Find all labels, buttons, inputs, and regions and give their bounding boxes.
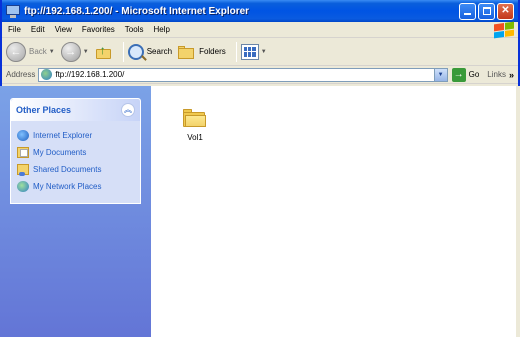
back-label: Back xyxy=(29,47,47,56)
other-places-panel: Other Places ︽ Internet Explorer My Docu… xyxy=(10,98,141,204)
my-documents-icon xyxy=(17,147,29,158)
menu-bar: File Edit View Favorites Tools Help xyxy=(2,21,518,39)
other-places-list: Internet Explorer My Documents Shared Do… xyxy=(11,121,140,203)
menu-favorites[interactable]: Favorites xyxy=(82,25,115,34)
up-button[interactable]: ↑ xyxy=(95,43,113,61)
back-dropdown-icon[interactable]: ▼ xyxy=(49,49,55,55)
place-my-documents[interactable]: My Documents xyxy=(17,144,134,161)
folder-icon xyxy=(183,108,207,128)
address-label: Address xyxy=(6,70,36,79)
address-bar: Address ftp://192.168.1.200/ ▼ → Go Link… xyxy=(2,66,518,84)
folders-button[interactable]: Folders xyxy=(178,45,226,59)
address-value: ftp://192.168.1.200/ xyxy=(55,70,125,79)
window-right-border xyxy=(516,86,520,337)
minimize-button[interactable] xyxy=(459,2,476,20)
address-dropdown-icon[interactable]: ▼ xyxy=(434,67,448,82)
forward-dropdown-icon[interactable]: ▼ xyxy=(83,49,89,55)
links-button[interactable]: Links » xyxy=(487,70,514,80)
place-network-places[interactable]: My Network Places xyxy=(17,178,134,195)
links-label: Links xyxy=(487,70,506,79)
place-label: Shared Documents xyxy=(33,165,102,174)
menu-tools[interactable]: Tools xyxy=(125,25,144,34)
search-button[interactable]: Search xyxy=(127,43,173,60)
forward-button[interactable]: → ▼ xyxy=(60,41,89,62)
other-places-header[interactable]: Other Places ︽ xyxy=(11,99,140,121)
place-shared-documents[interactable]: Shared Documents xyxy=(17,161,134,178)
place-label: My Network Places xyxy=(33,182,102,191)
go-button[interactable]: → Go xyxy=(451,67,480,82)
folders-label: Folders xyxy=(199,47,226,56)
menu-view[interactable]: View xyxy=(55,25,72,34)
back-button[interactable]: ← Back ▼ xyxy=(6,41,55,62)
place-internet-explorer[interactable]: Internet Explorer xyxy=(17,127,134,144)
other-places-title: Other Places xyxy=(16,105,72,115)
ftp-globe-icon xyxy=(41,69,53,80)
folder-item-vol1[interactable]: Vol1 xyxy=(175,108,215,142)
search-label: Search xyxy=(146,47,173,56)
explorer-content: Other Places ︽ Internet Explorer My Docu… xyxy=(0,86,516,337)
network-places-icon xyxy=(17,181,29,192)
back-arrow-icon: ← xyxy=(6,41,26,62)
file-view[interactable]: Vol1 xyxy=(151,86,516,337)
title-bar[interactable]: ftp://192.168.1.200/ - Microsoft Interne… xyxy=(2,0,518,22)
views-dropdown-icon[interactable]: ▼ xyxy=(261,49,267,55)
menu-edit[interactable]: Edit xyxy=(31,25,45,34)
collapse-chevron-icon[interactable]: ︽ xyxy=(121,103,135,117)
task-pane: Other Places ︽ Internet Explorer My Docu… xyxy=(0,86,151,337)
forward-arrow-icon: → xyxy=(60,41,81,62)
shared-documents-icon xyxy=(17,164,29,176)
views-button[interactable]: ▼ xyxy=(240,43,267,60)
go-label: Go xyxy=(468,70,480,79)
go-arrow-icon: → xyxy=(451,67,466,82)
place-label: Internet Explorer xyxy=(33,131,93,140)
views-icon xyxy=(240,43,259,60)
toolbar-separator xyxy=(122,41,124,62)
ftp-folder-icon xyxy=(6,4,20,18)
windows-logo-icon xyxy=(494,21,514,39)
folder-up-icon: ↑ xyxy=(95,43,113,61)
close-button[interactable]: ✕ xyxy=(497,2,514,20)
maximize-button[interactable] xyxy=(478,2,495,20)
window-controls: ✕ xyxy=(459,2,514,20)
toolbar-separator xyxy=(235,41,237,62)
menu-help[interactable]: Help xyxy=(153,25,169,34)
window-title: ftp://192.168.1.200/ - Microsoft Interne… xyxy=(24,5,250,17)
links-chevron-icon: » xyxy=(508,69,514,80)
folder-name: Vol1 xyxy=(187,133,203,142)
internet-explorer-icon xyxy=(17,130,29,141)
address-input[interactable]: ftp://192.168.1.200/ xyxy=(38,67,435,82)
menu-file[interactable]: File xyxy=(8,25,21,34)
place-label: My Documents xyxy=(33,148,87,157)
folders-icon xyxy=(178,45,196,59)
standard-toolbar: ← Back ▼ → ▼ ↑ Search Folders ▼ xyxy=(2,38,518,66)
search-icon xyxy=(127,43,144,60)
